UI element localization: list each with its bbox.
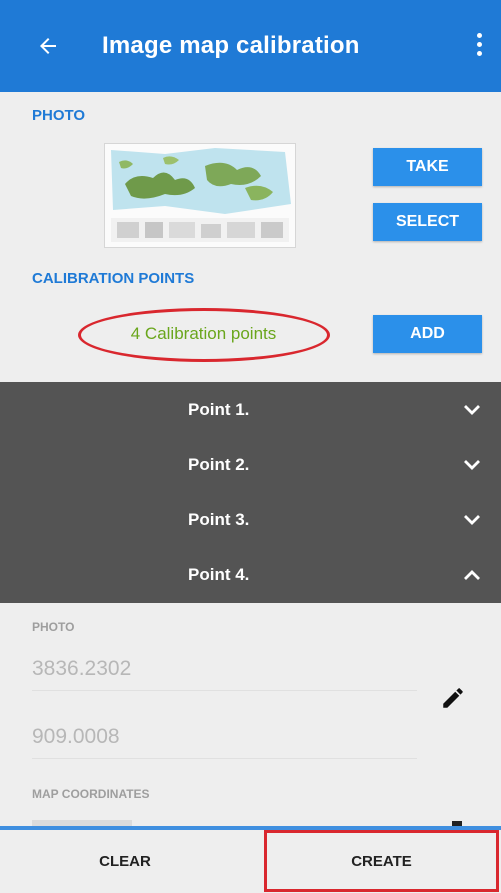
calibration-points-heading: CALIBRATION POINTS [32,270,195,287]
photo-x-field[interactable]: 3836.2302 [32,648,417,691]
point-label: Point 2. [188,454,250,474]
photo-heading: PHOTO [32,107,86,124]
bottom-bar: CLEAR CREATE [0,830,501,893]
highlight-ellipse [78,308,330,362]
select-photo-button[interactable]: SELECT [373,203,482,241]
chevron-down-icon [464,404,480,415]
page-title: Image map calibration [102,32,360,59]
chevron-down-icon [464,514,480,525]
point-label: Point 1. [188,399,250,419]
edit-pencil-icon[interactable] [440,685,466,711]
point-row-2[interactable]: Point 2. [0,437,501,492]
add-point-button[interactable]: ADD [373,315,482,353]
point-label: Point 3. [188,509,250,529]
point-row-4[interactable]: Point 4. [0,547,501,602]
photo-y-field[interactable]: 909.0008 [32,716,417,759]
chevron-down-icon [464,459,480,470]
take-photo-button[interactable]: TAKE [373,148,482,186]
point-photo-heading: PHOTO [32,620,75,634]
point-row-1[interactable]: Point 1. [0,382,501,437]
create-highlight-box [264,830,499,892]
back-arrow-icon[interactable] [36,34,60,58]
point-label: Point 4. [188,564,250,584]
app-bar: Image map calibration [0,0,501,92]
more-options-icon[interactable] [477,33,483,60]
photo-thumbnail [104,143,296,248]
chevron-up-icon [464,569,480,580]
point-row-3[interactable]: Point 3. [0,492,501,547]
points-list: Point 1. Point 2. Point 3. Point 4. [0,382,501,603]
map-coordinates-heading: MAP COORDINATES [32,787,150,801]
clear-button[interactable]: CLEAR [0,830,250,893]
